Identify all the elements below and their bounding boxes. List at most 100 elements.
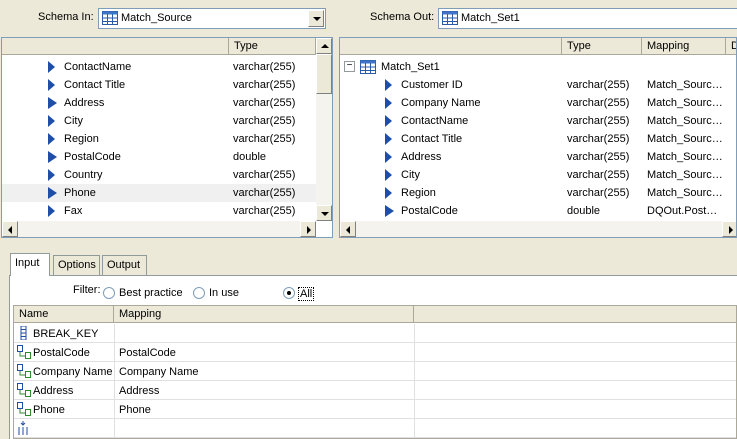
collapse-icon[interactable]: − — [344, 61, 355, 72]
scroll-thumb[interactable] — [316, 54, 332, 94]
field-mapping: Match_Sourc… — [647, 169, 723, 181]
grid-mapping: Address — [119, 385, 160, 397]
schema-in-hscroll[interactable] — [2, 221, 316, 237]
schema-out-row[interactable]: Address varchar(255) Match_Sourc… — [340, 148, 736, 166]
field-type: varchar(255) — [567, 115, 630, 127]
schema-in-row[interactable]: PostalCode double — [2, 148, 316, 166]
grid-col-divider — [414, 362, 415, 381]
table-icon — [360, 60, 376, 74]
schema-in-row[interactable]: City varchar(255) — [2, 112, 316, 130]
schema-out-row[interactable]: Company Name varchar(255) Match_Sourc… — [340, 94, 736, 112]
grid-row[interactable]: BREAK_KEY — [14, 324, 736, 343]
field-name: PostalCode — [64, 151, 121, 163]
schema-in-row[interactable]: Phone varchar(255) — [2, 184, 316, 202]
schema-out-row[interactable]: PostalCode double DQOut.Post… — [340, 202, 736, 220]
radio-in-use[interactable] — [193, 287, 205, 299]
radio-all-label[interactable]: All — [298, 287, 315, 301]
grid-name: BREAK_KEY — [33, 328, 99, 340]
field-name: Phone — [64, 187, 96, 199]
radio-all[interactable] — [283, 287, 295, 299]
scroll-right-icon[interactable] — [722, 221, 736, 237]
scroll-down-icon[interactable] — [316, 205, 332, 221]
grid-col-divider — [114, 362, 115, 381]
field-arrow-icon — [48, 205, 55, 217]
table-icon — [442, 11, 458, 25]
field-name: Company Name — [401, 97, 481, 109]
input-grid: Name Mapping BREAK_KEY PostalCode PostalCo… — [13, 305, 737, 439]
field-type: varchar(255) — [233, 205, 296, 217]
schema-out-row[interactable]: City varchar(255) Match_Sourc… — [340, 166, 736, 184]
schema-in-vscroll[interactable] — [316, 38, 332, 221]
schema-in-row[interactable]: Fax varchar(255) — [2, 202, 316, 220]
field-type: varchar(255) — [233, 61, 296, 73]
schema-in-row[interactable]: ContactName varchar(255) — [2, 58, 316, 76]
scroll-up-icon[interactable] — [316, 38, 332, 54]
schema-out-col-name[interactable] — [340, 38, 562, 55]
field-arrow-icon — [48, 79, 55, 91]
schema-out-value: Match_Set1 — [461, 12, 520, 24]
field-arrow-icon — [385, 169, 392, 181]
schema-in-row[interactable]: Country varchar(255) — [2, 166, 316, 184]
schema-in-bar: Schema In: Match_Source — [0, 0, 333, 34]
radio-in-use-label[interactable]: In use — [209, 287, 239, 299]
field-mapping: Match_Sourc… — [647, 187, 723, 199]
field-arrow-icon — [48, 61, 55, 73]
field-type: varchar(255) — [233, 79, 296, 91]
schema-in-row[interactable]: Region varchar(255) — [2, 130, 316, 148]
field-name: Region — [401, 187, 436, 199]
grid-mapping: Company Name — [119, 366, 199, 378]
schema-out-hscroll[interactable] — [340, 221, 736, 237]
schema-out-row[interactable]: ContactName varchar(255) Match_Sourc… — [340, 112, 736, 130]
field-mapping: Match_Sourc… — [647, 115, 723, 127]
schema-out-col-type[interactable]: Type — [562, 38, 642, 55]
tab-output[interactable]: Output — [102, 255, 147, 275]
field-arrow-icon — [48, 169, 55, 181]
schema-out-root-name: Match_Set1 — [381, 61, 440, 73]
field-arrow-icon — [48, 133, 55, 145]
grid-col-mapping[interactable]: Mapping — [114, 306, 414, 323]
scroll-left-icon[interactable] — [2, 221, 18, 237]
radio-best-practice-label[interactable]: Best practice — [119, 287, 183, 299]
schema-in-col-name[interactable] — [2, 38, 229, 55]
schema-out-col-mapping[interactable]: Mapping — [642, 38, 726, 55]
field-type: varchar(255) — [567, 151, 630, 163]
tab-options[interactable]: Options — [53, 255, 100, 275]
field-type: varchar(255) — [567, 187, 630, 199]
grid-col-divider — [414, 419, 415, 438]
schema-in-value: Match_Source — [121, 12, 192, 24]
field-arrow-icon — [48, 115, 55, 127]
grid-col-name[interactable]: Name — [14, 306, 114, 323]
grid-row[interactable]: PostalCode PostalCode — [14, 343, 736, 362]
schema-out-row[interactable]: Contact Title varchar(255) Match_Sourc… — [340, 130, 736, 148]
mapped-field-icon — [17, 345, 31, 359]
schema-in-tree: Type ContactName varchar(255) Contact Titl… — [1, 37, 333, 238]
field-arrow-bold-icon — [48, 151, 57, 163]
grid-col-divider — [114, 419, 115, 438]
schema-out-col-d[interactable]: D — [726, 38, 736, 55]
scroll-right-icon[interactable] — [300, 221, 316, 237]
schema-in-label: Schema In: — [38, 11, 94, 23]
field-name: Fax — [64, 205, 83, 217]
grid-row[interactable]: Company Name Company Name — [14, 362, 736, 381]
grid-row[interactable]: Address Address — [14, 381, 736, 400]
mapped-field-icon — [17, 402, 31, 416]
schema-in-select[interactable]: Match_Source — [98, 8, 326, 29]
schema-in-row[interactable]: Contact Title varchar(255) — [2, 76, 316, 94]
schema-in-col-type[interactable]: Type — [229, 38, 316, 55]
field-name: Contact Title — [64, 79, 126, 91]
schema-out-row[interactable]: Customer ID varchar(255) Match_Sourc… — [340, 76, 736, 94]
schema-out-row[interactable]: Region varchar(255) Match_Sourc… — [340, 184, 736, 202]
grid-row[interactable] — [14, 419, 736, 438]
field-arrow-icon — [385, 187, 392, 199]
tab-input[interactable]: Input — [10, 253, 50, 276]
grid-row[interactable]: Phone Phone — [14, 400, 736, 419]
radio-best-practice[interactable] — [103, 287, 115, 299]
schema-in-row[interactable]: Address varchar(255) — [2, 94, 316, 112]
grid-col-divider — [414, 381, 415, 400]
scroll-left-icon[interactable] — [340, 221, 356, 237]
chevron-down-icon[interactable] — [308, 10, 324, 27]
field-name: ContactName — [401, 115, 469, 127]
field-arrow-bold-icon — [48, 97, 57, 109]
schema-out-root-row[interactable]: − Match_Set1 — [340, 58, 736, 76]
schema-out-select[interactable]: Match_Set1 — [438, 8, 737, 29]
